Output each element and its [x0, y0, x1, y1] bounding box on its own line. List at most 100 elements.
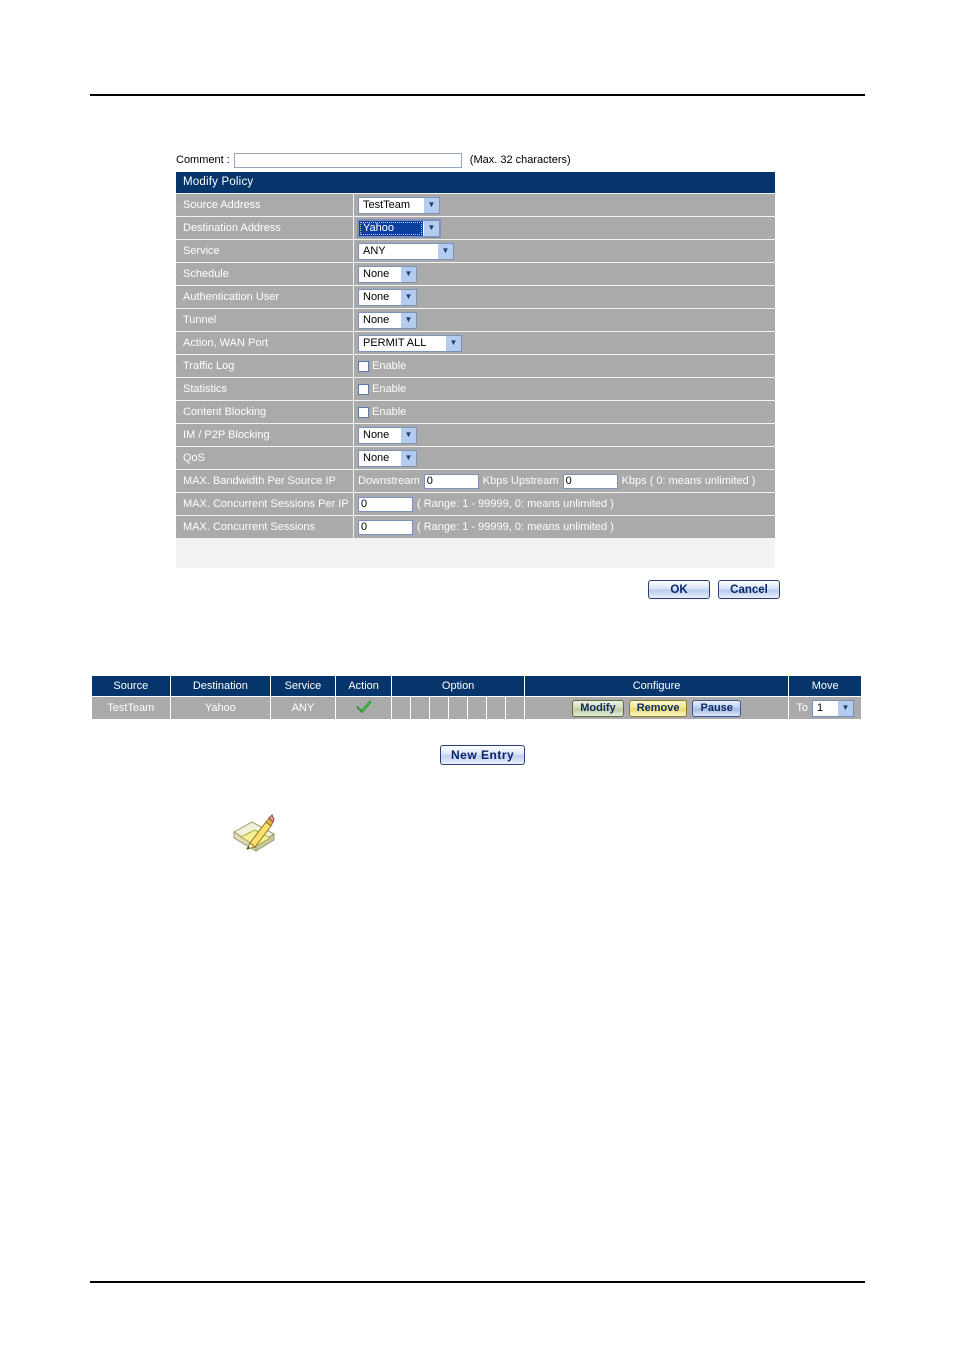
- value-traffic-log: Enable: [354, 355, 775, 377]
- row-traffic-log: Traffic Log Enable: [176, 355, 775, 377]
- authentication-user-select-value: None: [359, 289, 400, 305]
- value-schedule: None ▼: [354, 263, 775, 285]
- traffic-log-enable-wrap[interactable]: Enable: [358, 360, 406, 372]
- column-header-destination: Destination: [170, 676, 271, 696]
- content-blocking-checkbox[interactable]: [358, 406, 369, 418]
- upstream-input[interactable]: [562, 473, 618, 489]
- destination-address-select[interactable]: Yahoo ▼: [357, 218, 441, 238]
- qos-select[interactable]: None ▼: [358, 449, 417, 467]
- move-order-select[interactable]: 1 ▼: [812, 699, 855, 717]
- label-max-concurrent-sessions-per-ip: MAX. Concurrent Sessions Per IP: [176, 493, 353, 515]
- tunnel-select-value: None: [359, 312, 400, 328]
- row-content-blocking: Content Blocking Enable: [176, 401, 775, 423]
- value-im-p2p-blocking: None ▼: [354, 424, 775, 446]
- label-schedule: Schedule: [176, 263, 353, 285]
- im-p2p-blocking-select-value: None: [359, 427, 400, 443]
- cancel-button[interactable]: Cancel: [718, 580, 780, 599]
- value-source-address: TestTeam ▼: [354, 194, 775, 216]
- value-max-concurrent-sessions: ( Range: 1 - 99999, 0: means unlimited ): [354, 516, 775, 538]
- authentication-user-select[interactable]: None ▼: [358, 288, 417, 306]
- comment-input[interactable]: [233, 152, 462, 168]
- option-cell: [411, 697, 430, 719]
- table-row: TestTeam Yahoo ANY Modify Remove Pause T…: [92, 697, 862, 719]
- row-im-p2p-blocking: IM / P2P Blocking None ▼: [176, 424, 775, 446]
- row-max-bandwidth-per-source-ip: MAX. Bandwidth Per Source IP Downstream …: [176, 470, 775, 492]
- cell-service: ANY: [271, 697, 335, 719]
- row-schedule: Schedule None ▼: [176, 263, 775, 285]
- option-cell: [505, 697, 524, 719]
- chevron-down-icon: ▼: [400, 427, 416, 443]
- row-service: Service ANY ▼: [176, 240, 775, 262]
- label-max-bandwidth-per-source-ip: MAX. Bandwidth Per Source IP: [176, 470, 353, 492]
- comment-label: Comment :: [176, 154, 230, 166]
- row-tunnel: Tunnel None ▼: [176, 309, 775, 331]
- row-destination-address: Destination Address Yahoo ▼: [176, 217, 775, 239]
- value-authentication-user: None ▼: [354, 286, 775, 308]
- column-header-action: Action: [335, 676, 392, 696]
- traffic-log-checkbox[interactable]: [358, 360, 369, 372]
- downstream-input[interactable]: [423, 473, 479, 489]
- cell-option-group: [392, 697, 524, 719]
- value-content-blocking: Enable: [354, 401, 775, 423]
- move-order-select-value: 1: [813, 700, 838, 716]
- ok-button[interactable]: OK: [648, 580, 710, 599]
- note-pencil-icon: [228, 812, 280, 858]
- label-action-wan-port: Action, WAN Port: [176, 332, 353, 354]
- green-check-icon: [356, 699, 372, 717]
- max-concurrent-sessions-per-ip-input[interactable]: [358, 496, 413, 512]
- chevron-down-icon: ▼: [400, 450, 416, 466]
- cell-destination: Yahoo: [170, 697, 271, 719]
- action-wan-port-select[interactable]: PERMIT ALL ▼: [358, 334, 462, 352]
- move-to-label: To: [796, 702, 809, 714]
- value-service: ANY ▼: [354, 240, 775, 262]
- cell-configure: Modify Remove Pause: [524, 697, 789, 719]
- source-address-select[interactable]: TestTeam ▼: [358, 196, 440, 214]
- value-tunnel: None ▼: [354, 309, 775, 331]
- modify-button[interactable]: Modify: [572, 699, 624, 717]
- remove-button[interactable]: Remove: [628, 699, 688, 717]
- statistics-enable-wrap[interactable]: Enable: [358, 383, 406, 395]
- traffic-log-enable-label: Enable: [372, 360, 407, 372]
- im-p2p-blocking-select[interactable]: None ▼: [358, 426, 417, 444]
- source-address-select-value: TestTeam: [359, 197, 423, 213]
- option-cell: [430, 697, 449, 719]
- sessions-per-ip-range-note: ( Range: 1 - 99999, 0: means unlimited ): [417, 498, 614, 510]
- max-concurrent-sessions-input[interactable]: [358, 519, 413, 535]
- option-cell: [449, 697, 468, 719]
- schedule-select-value: None: [359, 266, 400, 282]
- column-header-service: Service: [271, 676, 335, 696]
- kbps-upstream-label: Kbps Upstream: [482, 475, 559, 487]
- chevron-down-icon: ▼: [437, 243, 453, 259]
- page-header-rule: [90, 94, 865, 96]
- column-header-option: Option: [392, 676, 524, 696]
- row-action-wan-port: Action, WAN Port PERMIT ALL ▼: [176, 332, 775, 354]
- schedule-select[interactable]: None ▼: [358, 265, 417, 283]
- content-blocking-enable-wrap[interactable]: Enable: [358, 406, 406, 418]
- label-traffic-log: Traffic Log: [176, 355, 353, 377]
- panel-title: Modify Policy: [176, 172, 775, 193]
- new-entry-wrap: New Entry: [440, 745, 526, 765]
- form-action-buttons: OK Cancel: [648, 580, 780, 599]
- cell-source: TestTeam: [92, 697, 170, 719]
- new-entry-button[interactable]: New Entry: [440, 745, 526, 765]
- value-destination-address: Yahoo ▼: [354, 217, 775, 239]
- service-select[interactable]: ANY ▼: [358, 242, 454, 260]
- pause-button[interactable]: Pause: [692, 699, 741, 717]
- label-service: Service: [176, 240, 353, 262]
- label-im-p2p-blocking: IM / P2P Blocking: [176, 424, 353, 446]
- row-statistics: Statistics Enable: [176, 378, 775, 400]
- value-max-bandwidth-per-source-ip: Downstream Kbps Upstream Kbps ( 0: means…: [354, 470, 775, 492]
- value-qos: None ▼: [354, 447, 775, 469]
- row-source-address: Source Address TestTeam ▼: [176, 194, 775, 216]
- panel-footer-spacer: [176, 538, 775, 568]
- row-qos: QoS None ▼: [176, 447, 775, 469]
- cell-action: [335, 697, 392, 719]
- service-select-value: ANY: [359, 243, 437, 259]
- column-header-configure: Configure: [524, 676, 789, 696]
- statistics-checkbox[interactable]: [358, 383, 369, 395]
- table-header-row: Source Destination Service Action Option…: [92, 676, 862, 696]
- tunnel-select[interactable]: None ▼: [358, 311, 417, 329]
- modify-policy-panel: Modify Policy Source Address TestTeam ▼ …: [176, 172, 775, 568]
- kbps-unlimited-note: Kbps ( 0: means unlimited ): [621, 475, 756, 487]
- column-header-move: Move: [789, 676, 862, 696]
